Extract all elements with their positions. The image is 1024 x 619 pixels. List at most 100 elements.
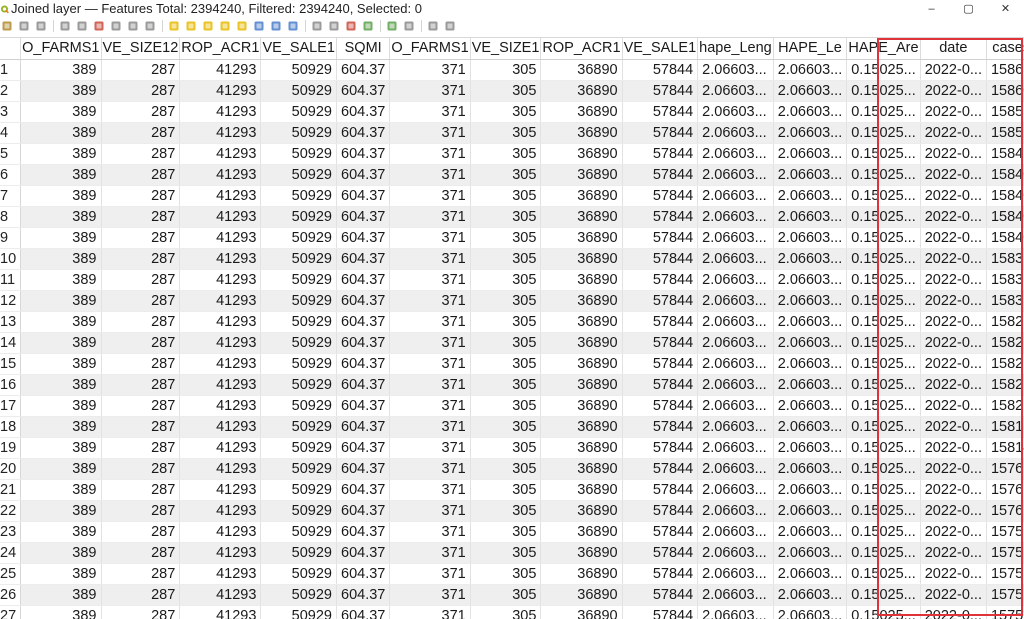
table-cell[interactable]: 50929 <box>260 164 337 186</box>
table-cell[interactable]: 0.15025... <box>846 101 921 123</box>
table-cell[interactable]: 305 <box>470 269 542 291</box>
table-cell[interactable]: 389 <box>20 185 102 207</box>
table-cell[interactable]: 2022-0... <box>920 80 987 102</box>
table-cell[interactable]: 604.37 <box>336 584 391 606</box>
table-cell[interactable]: 287 <box>101 416 181 438</box>
table-cell[interactable]: 36890 <box>540 290 623 312</box>
table-cell[interactable]: 41293 <box>179 353 262 375</box>
table-cell[interactable]: 41293 <box>179 101 262 123</box>
table-cell[interactable]: 2.06603... <box>773 437 848 459</box>
row-number[interactable]: 17 <box>0 395 22 417</box>
table-cell[interactable]: 604.37 <box>336 206 391 228</box>
table-cell[interactable]: 604.37 <box>336 605 391 619</box>
table-cell[interactable]: 0.15025... <box>846 206 921 228</box>
table-cell[interactable]: 371 <box>389 143 471 165</box>
table-cell[interactable]: 2022-0... <box>920 521 987 543</box>
table-cell[interactable]: 305 <box>470 143 542 165</box>
table-cell[interactable]: 2022-0... <box>920 458 987 480</box>
table-cell[interactable]: 15827 <box>986 353 1024 375</box>
toggle-edit-icon[interactable] <box>0 19 14 33</box>
table-cell[interactable]: 287 <box>101 563 181 585</box>
table-cell[interactable]: 50929 <box>260 353 337 375</box>
table-cell[interactable]: 2.06603... <box>697 395 774 417</box>
table-cell[interactable]: 287 <box>101 311 181 333</box>
table-cell[interactable]: 36890 <box>540 500 623 522</box>
table-cell[interactable]: 2.06603... <box>697 563 774 585</box>
table-cell[interactable]: 389 <box>20 290 102 312</box>
table-row[interactable]: 19 389 287 41293 50929 604.37 371 305 36890 57844… <box>0 437 1024 459</box>
table-cell[interactable]: 305 <box>470 59 542 81</box>
new-field-icon[interactable] <box>361 19 375 33</box>
table-cell[interactable]: 36890 <box>540 122 623 144</box>
table-cell[interactable]: 50929 <box>260 458 337 480</box>
table-row[interactable]: 14 389 287 41293 50929 604.37 371 305 36890 57844… <box>0 332 1024 354</box>
table-cell[interactable]: 287 <box>101 332 181 354</box>
table-row[interactable]: 20 389 287 41293 50929 604.37 371 305 36890 57844… <box>0 458 1024 480</box>
table-cell[interactable]: 41293 <box>179 227 262 249</box>
table-cell[interactable]: 57844 <box>622 269 699 291</box>
table-row[interactable]: 12 389 287 41293 50929 604.37 371 305 36890 57844… <box>0 290 1024 312</box>
table-cell[interactable]: 287 <box>101 479 181 501</box>
table-cell[interactable]: 15853 <box>986 101 1024 123</box>
select-expression-icon[interactable] <box>167 19 181 33</box>
table-cell[interactable]: 0.15025... <box>846 500 921 522</box>
filter-selected-icon[interactable] <box>235 19 249 33</box>
row-number[interactable]: 27 <box>0 605 22 619</box>
reload-icon[interactable] <box>58 19 72 33</box>
table-cell[interactable]: 2.06603... <box>773 101 848 123</box>
table-cell[interactable]: 2.06603... <box>773 521 848 543</box>
table-cell[interactable]: 15826 <box>986 374 1024 396</box>
table-cell[interactable]: 371 <box>389 521 471 543</box>
table-cell[interactable]: 50929 <box>260 416 337 438</box>
table-row[interactable]: 24 389 287 41293 50929 604.37 371 305 36890 57844… <box>0 542 1024 564</box>
table-cell[interactable]: 604.37 <box>336 101 391 123</box>
table-cell[interactable]: 2.06603... <box>773 479 848 501</box>
table-cell[interactable]: 389 <box>20 59 102 81</box>
table-cell[interactable]: 50929 <box>260 269 337 291</box>
table-row[interactable]: 17 389 287 41293 50929 604.37 371 305 36890 57844… <box>0 395 1024 417</box>
table-cell[interactable]: 57844 <box>622 563 699 585</box>
table-cell[interactable]: 41293 <box>179 458 262 480</box>
table-cell[interactable]: 305 <box>470 584 542 606</box>
table-cell[interactable]: 41293 <box>179 605 262 619</box>
table-row[interactable]: 5 389 287 41293 50929 604.37 371 305 36890 57844 2… <box>0 143 1024 165</box>
table-row[interactable]: 18 389 287 41293 50929 604.37 371 305 36890 57844… <box>0 416 1024 438</box>
table-cell[interactable]: 2.06603... <box>773 395 848 417</box>
table-cell[interactable]: 0.15025... <box>846 353 921 375</box>
table-cell[interactable]: 15755 <box>986 563 1024 585</box>
table-cell[interactable]: 371 <box>389 563 471 585</box>
row-header-corner[interactable] <box>0 38 22 60</box>
table-cell[interactable]: 305 <box>470 353 542 375</box>
table-cell[interactable]: 15757 <box>986 542 1024 564</box>
table-cell[interactable]: 287 <box>101 353 181 375</box>
actions-icon[interactable] <box>426 19 440 33</box>
table-cell[interactable]: 15762 <box>986 500 1024 522</box>
table-cell[interactable]: 604.37 <box>336 269 391 291</box>
table-cell[interactable]: 371 <box>389 227 471 249</box>
table-cell[interactable]: 50929 <box>260 479 337 501</box>
zoom-to-selection-icon[interactable] <box>286 19 300 33</box>
table-cell[interactable]: 287 <box>101 122 181 144</box>
table-cell[interactable]: 41293 <box>179 437 262 459</box>
table-cell[interactable]: 15833 <box>986 290 1024 312</box>
column-header-hape-le[interactable]: HAPE_Le <box>773 38 848 60</box>
row-number[interactable]: 12 <box>0 290 22 312</box>
table-cell[interactable]: 57844 <box>622 290 699 312</box>
table-cell[interactable]: 15852 <box>986 122 1024 144</box>
table-cell[interactable]: 389 <box>20 122 102 144</box>
table-cell[interactable]: 287 <box>101 437 181 459</box>
table-cell[interactable]: 50929 <box>260 227 337 249</box>
table-cell[interactable]: 604.37 <box>336 332 391 354</box>
table-cell[interactable]: 2022-0... <box>920 479 987 501</box>
table-cell[interactable]: 57844 <box>622 542 699 564</box>
table-cell[interactable]: 604.37 <box>336 374 391 396</box>
row-number[interactable]: 25 <box>0 563 22 585</box>
row-number[interactable]: 1 <box>0 59 22 81</box>
table-cell[interactable]: 2022-0... <box>920 311 987 333</box>
table-cell[interactable]: 50929 <box>260 311 337 333</box>
table-cell[interactable]: 2.06603... <box>697 269 774 291</box>
table-row[interactable]: 15 389 287 41293 50929 604.37 371 305 36890 57844… <box>0 353 1024 375</box>
row-number[interactable]: 19 <box>0 437 22 459</box>
table-cell[interactable]: 50929 <box>260 437 337 459</box>
table-cell[interactable]: 41293 <box>179 206 262 228</box>
